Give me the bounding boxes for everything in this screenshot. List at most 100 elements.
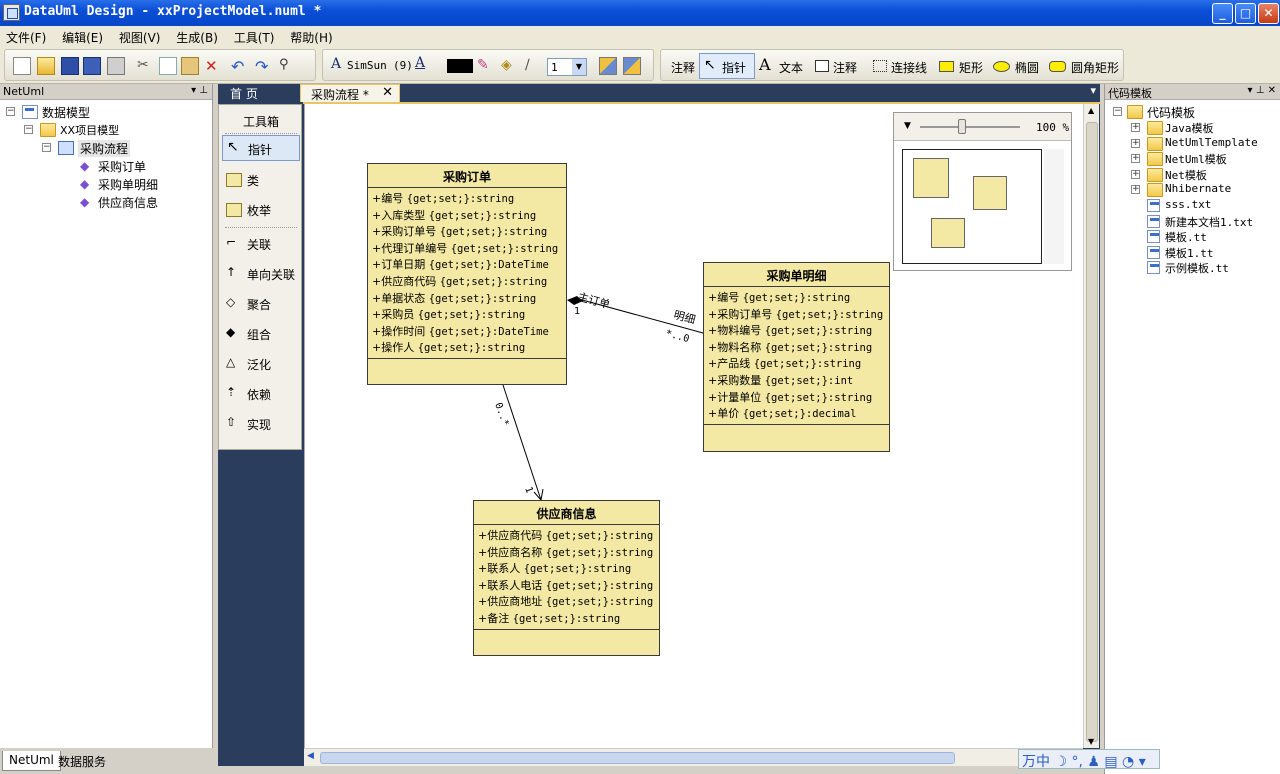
scroll-thumb[interactable] xyxy=(320,752,955,764)
tool-ellipse[interactable]: 椭圆 xyxy=(1015,59,1039,76)
class-attribute[interactable]: +单据状态 {get;set;}:string xyxy=(372,290,562,307)
print-icon[interactable] xyxy=(107,57,125,75)
menu-build[interactable]: 生成(B) xyxy=(170,26,224,46)
tool-note-2[interactable]: 注释 xyxy=(833,59,857,76)
toolbox-class[interactable]: 类 xyxy=(222,167,300,193)
class-attribute[interactable]: +物料名称 {get;set;}:string xyxy=(708,339,885,356)
toolbox-pointer[interactable]: ↖ 指针 xyxy=(222,135,300,161)
save-all-icon[interactable] xyxy=(83,57,101,75)
class-attribute[interactable]: +代理订单编号 {get;set;}:string xyxy=(372,240,562,257)
class-attribute[interactable]: +供应商代码 {get;set;}:string xyxy=(372,273,562,290)
fill-color-swatch[interactable] xyxy=(447,59,473,73)
scroll-up-icon[interactable]: ▲ xyxy=(1088,106,1094,115)
toolbox-aggregation[interactable]: ◇ 聚合 xyxy=(222,291,300,317)
send-back-icon[interactable] xyxy=(623,57,641,75)
font-color-icon[interactable]: A xyxy=(415,55,425,71)
delete-icon[interactable]: ✕ xyxy=(205,57,223,75)
class-attribute[interactable]: +订单日期 {get;set;}:DateTime xyxy=(372,256,562,273)
class-attribute[interactable]: +备注 {get;set;}:string xyxy=(478,610,655,627)
class-attribute[interactable]: +计量单位 {get;set;}:string xyxy=(708,389,885,406)
tab-home[interactable]: 首 页 xyxy=(220,84,268,102)
expand-icon[interactable]: + xyxy=(1131,154,1140,164)
class-attribute[interactable]: +产品线 {get;set;}:string xyxy=(708,355,885,372)
tool-note[interactable]: 注释 xyxy=(671,59,695,76)
class-attribute[interactable]: +采购订单号 {get;set;}:string xyxy=(708,306,885,323)
color-picker-icon[interactable]: ✎ xyxy=(477,57,495,75)
tool-rectangle[interactable]: 矩形 xyxy=(959,59,983,76)
paste-icon[interactable] xyxy=(181,57,199,75)
class-attribute[interactable]: +联系人电话 {get;set;}:string xyxy=(478,577,655,594)
close-tab-icon[interactable]: ✕ xyxy=(382,85,393,100)
copy-icon[interactable] xyxy=(159,57,177,75)
zoom-slider-handle[interactable] xyxy=(958,119,966,134)
class-order-detail[interactable]: 采购单明细 +编号 {get;set;}:string +采购订单号 {get;s… xyxy=(703,262,890,452)
scroll-thumb[interactable] xyxy=(1086,122,1098,742)
chevron-down-icon[interactable]: ▼ xyxy=(904,121,911,131)
horizontal-scrollbar[interactable]: ◀ xyxy=(304,748,1083,766)
class-attribute[interactable]: +编号 {get;set;}:string xyxy=(372,190,562,207)
tool-text[interactable]: 文本 xyxy=(779,59,803,76)
scroll-left-icon[interactable]: ◀ xyxy=(307,751,314,761)
pen-icon[interactable]: ∕ xyxy=(525,57,543,75)
scroll-down-icon[interactable]: ▼ xyxy=(1088,737,1094,746)
minimap-viewport[interactable] xyxy=(902,149,1042,264)
toolbox-composition[interactable]: ◆ 组合 xyxy=(222,321,300,347)
class-attribute[interactable]: +操作人 {get;set;}:string xyxy=(372,339,562,356)
collapse-icon[interactable]: − xyxy=(42,143,51,152)
maximize-button[interactable]: □ xyxy=(1235,3,1256,24)
menu-help[interactable]: 帮助(H) xyxy=(284,26,338,46)
expand-icon[interactable]: + xyxy=(1131,138,1140,148)
font-name[interactable]: SimSun xyxy=(347,59,387,72)
font-size[interactable]: (9) xyxy=(393,59,413,72)
menu-tools[interactable]: 工具(T) xyxy=(228,26,281,46)
vertical-scrollbar[interactable]: ▲ ▼ xyxy=(1083,104,1099,748)
line-width-select[interactable]: 1 ▼ xyxy=(547,58,587,76)
toolbox-enum[interactable]: 枚举 xyxy=(222,197,300,223)
toolbox-realization[interactable]: ⇧ 实现 xyxy=(222,411,300,437)
class-attribute[interactable]: +物料编号 {get;set;}:string xyxy=(708,322,885,339)
minimize-button[interactable]: _ xyxy=(1212,3,1233,24)
class-supplier[interactable]: 供应商信息 +供应商代码 {get;set;}:string +供应商名称 {ge… xyxy=(473,500,660,656)
toolbox-generalization[interactable]: △ 泛化 xyxy=(222,351,300,377)
tab-menu-icon[interactable]: ▾ xyxy=(1090,84,1096,97)
pin-close-icon[interactable]: ▾ ⊥ ✕ xyxy=(1248,85,1276,96)
expand-icon[interactable]: + xyxy=(1131,185,1140,195)
class-attribute[interactable]: +供应商地址 {get;set;}:string xyxy=(478,593,655,610)
save-icon[interactable] xyxy=(61,57,79,75)
font-icon[interactable]: A xyxy=(331,56,341,72)
toolbox-dependency[interactable]: ⇡ 依赖 xyxy=(222,381,300,407)
tool-rounded-rectangle[interactable]: 圆角矩形 xyxy=(1071,59,1119,76)
tool-pointer[interactable]: ↖ 指针 xyxy=(699,53,755,79)
class-attribute[interactable]: +供应商代码 {get;set;}:string xyxy=(478,527,655,544)
class-attribute[interactable]: +入库类型 {get;set;}:string xyxy=(372,207,562,224)
class-attribute[interactable]: +采购数量 {get;set;}:int xyxy=(708,372,885,389)
menu-edit[interactable]: 编辑(E) xyxy=(56,26,109,46)
collapse-icon[interactable]: − xyxy=(1113,107,1122,116)
pin-icon[interactable]: ▾ ⊥ xyxy=(191,85,208,96)
class-attribute[interactable]: +操作时间 {get;set;}:DateTime xyxy=(372,323,562,340)
redo-icon[interactable]: ↷ xyxy=(255,57,273,76)
tab-data-service[interactable]: 数据服务 xyxy=(52,751,112,771)
new-icon[interactable] xyxy=(13,57,31,75)
menu-file[interactable]: 文件(F) xyxy=(0,26,52,46)
class-attribute[interactable]: +供应商名称 {get;set;}:string xyxy=(478,544,655,561)
collapse-icon[interactable]: − xyxy=(24,125,33,134)
toolbox-directed-association[interactable]: ↑ 单向关联 xyxy=(222,261,300,287)
open-icon[interactable] xyxy=(37,57,55,75)
bring-front-icon[interactable] xyxy=(599,57,617,75)
paint-bucket-icon[interactable]: ◈ xyxy=(501,57,519,75)
expand-icon[interactable]: + xyxy=(1131,123,1140,132)
association-line[interactable] xyxy=(502,384,542,501)
class-attribute[interactable]: +单价 {get;set;}:decimal xyxy=(708,405,885,422)
tab-purchase-flow[interactable]: 采购流程 * ✕ xyxy=(300,84,400,102)
expand-icon[interactable]: + xyxy=(1131,169,1140,179)
class-attribute[interactable]: +联系人 {get;set;}:string xyxy=(478,560,655,577)
minimap[interactable]: ▼ 100 % xyxy=(893,112,1072,271)
class-attribute[interactable]: +采购订单号 {get;set;}:string xyxy=(372,223,562,240)
class-attribute[interactable]: +采购员 {get;set;}:string xyxy=(372,306,562,323)
ime-status-bar[interactable]: 万中 ☽ °, ♟ ▤ ◔ ▾ xyxy=(1018,749,1160,770)
class-purchase-order[interactable]: 采购订单 +编号 {get;set;}:string +入库类型 {get;set… xyxy=(367,163,567,385)
close-button[interactable]: ✕ xyxy=(1258,3,1279,24)
cut-icon[interactable]: ✂ xyxy=(137,57,155,75)
toolbox-association[interactable]: ⌐ 关联 xyxy=(222,231,300,257)
